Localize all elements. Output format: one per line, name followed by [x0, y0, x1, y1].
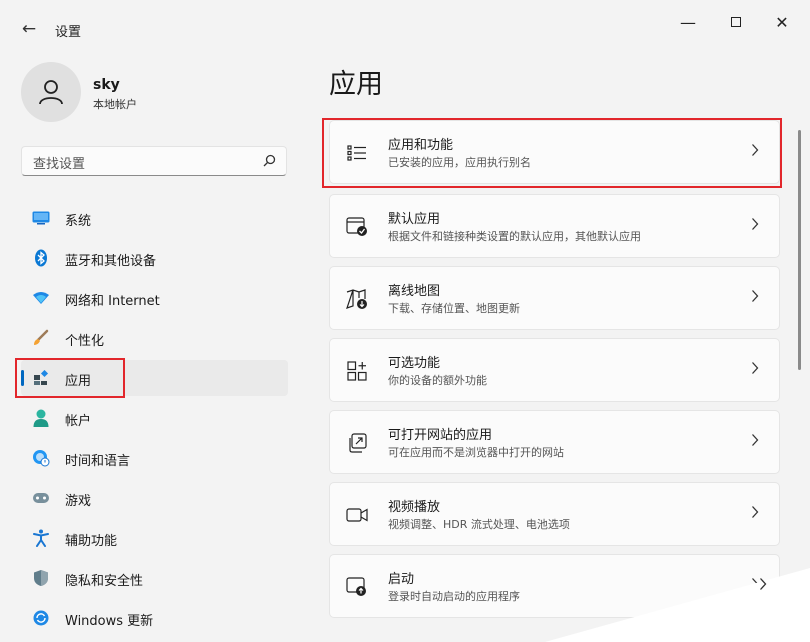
open-website-icon — [346, 432, 368, 454]
minimize-icon: — — [680, 12, 696, 32]
sidebar-item-label: 游戏 — [65, 494, 92, 509]
card-title: 默认应用 — [388, 212, 441, 227]
minimize-button[interactable]: — — [668, 8, 708, 36]
avatar[interactable] — [21, 62, 81, 122]
card-offline-maps[interactable]: 离线地图 下载、存储位置、地图更新 — [329, 266, 780, 330]
sidebar-item-label: 隐私和安全性 — [65, 574, 144, 589]
card-subtitle: 你的设备的额外功能 — [388, 374, 487, 387]
accessibility-icon — [32, 529, 50, 547]
card-title: 离线地图 — [388, 284, 441, 299]
gamepad-icon — [32, 489, 50, 507]
sidebar-item-label: 帐户 — [65, 414, 92, 429]
wifi-icon — [32, 289, 50, 307]
map-download-icon — [346, 288, 368, 310]
sidebar-item-windows-update[interactable]: Windows 更新 — [21, 600, 288, 636]
search-input[interactable]: 查找设置 — [21, 146, 287, 176]
card-title: 可选功能 — [388, 356, 441, 371]
chevron-right-icon — [752, 434, 759, 446]
window-title: 设置 — [55, 25, 82, 40]
startup-icon — [346, 576, 368, 598]
update-icon — [32, 609, 50, 627]
video-icon — [346, 504, 368, 526]
sidebar-item-time-language[interactable]: 时间和语言 — [21, 440, 288, 476]
sidebar-item-network[interactable]: 网络和 Internet — [21, 280, 288, 316]
chevron-right-icon — [752, 362, 759, 374]
maximize-icon — [731, 17, 741, 27]
sidebar-item-accounts[interactable]: 帐户 — [21, 400, 288, 436]
card-title: 应用和功能 — [388, 138, 454, 153]
card-subtitle: 下载、存储位置、地图更新 — [388, 302, 520, 315]
sidebar-item-gaming[interactable]: 游戏 — [21, 480, 288, 516]
card-subtitle: 可在应用而不是浏览器中打开的网站 — [388, 446, 564, 459]
card-subtitle: 登录时自动启动的应用程序 — [388, 590, 520, 603]
list-icon — [346, 142, 368, 164]
card-title: 视频播放 — [388, 500, 441, 515]
account-icon — [32, 409, 50, 427]
chevron-right-icon — [752, 218, 759, 230]
card-video-playback[interactable]: 视频播放 视频调整、HDR 流式处理、电池选项 — [329, 482, 780, 546]
sidebar-item-label: Windows 更新 — [65, 614, 154, 629]
optional-features-icon — [346, 360, 368, 382]
card-apps-for-websites[interactable]: 可打开网站的应用 可在应用而不是浏览器中打开的网站 — [329, 410, 780, 474]
person-icon — [39, 80, 63, 105]
search-icon — [263, 154, 276, 167]
sidebar-item-label: 个性化 — [65, 334, 105, 349]
globe-clock-icon — [32, 449, 50, 467]
card-subtitle: 已安装的应用，应用执行别名 — [388, 156, 531, 169]
sidebar-item-privacy[interactable]: 隐私和安全性 — [21, 560, 288, 596]
bluetooth-icon — [32, 249, 50, 267]
close-icon: ✕ — [775, 12, 789, 32]
back-arrow-icon: ← — [21, 19, 37, 39]
user-name: sky — [93, 77, 120, 93]
sidebar-item-bluetooth[interactable]: 蓝牙和其他设备 — [21, 240, 288, 276]
chevron-right-icon — [756, 574, 770, 594]
card-subtitle: 视频调整、HDR 流式处理、电池选项 — [388, 518, 570, 531]
back-button[interactable]: ← — [14, 14, 44, 44]
card-default-apps[interactable]: 默认应用 根据文件和链接种类设置的默认应用，其他默认应用 — [329, 194, 780, 258]
card-optional-features[interactable]: 可选功能 你的设备的额外功能 — [329, 338, 780, 402]
sidebar-item-label: 系统 — [65, 214, 92, 229]
sidebar-item-label: 辅助功能 — [65, 534, 118, 549]
card-title: 启动 — [388, 572, 415, 587]
sidebar-item-personalization[interactable]: 个性化 — [21, 320, 288, 356]
chevron-right-icon — [752, 290, 759, 302]
title-bar: ← 设置 — ✕ — [0, 0, 810, 50]
page-title: 应用 — [329, 69, 383, 100]
sidebar-item-label: 应用 — [65, 374, 92, 389]
sidebar-item-apps[interactable]: 应用 — [21, 360, 288, 396]
account-type: 本地帐户 — [93, 98, 137, 111]
card-apps-features[interactable]: 应用和功能 已安装的应用，应用执行别名 — [329, 120, 780, 184]
chevron-right-icon — [752, 144, 759, 156]
sidebar-item-accessibility[interactable]: 辅助功能 — [21, 520, 288, 556]
default-apps-icon — [346, 216, 368, 238]
chevron-right-icon — [752, 506, 759, 518]
maximize-button[interactable] — [716, 8, 756, 36]
card-title: 可打开网站的应用 — [388, 428, 493, 443]
shield-icon — [32, 569, 50, 587]
card-subtitle: 根据文件和链接种类设置的默认应用，其他默认应用 — [388, 230, 641, 243]
sidebar-item-label: 时间和语言 — [65, 454, 131, 469]
selection-indicator — [21, 370, 24, 386]
apps-icon — [32, 369, 50, 387]
sidebar-item-label: 网络和 Internet — [65, 294, 160, 309]
close-button[interactable]: ✕ — [762, 8, 802, 36]
sidebar-item-system[interactable]: 系统 — [21, 200, 288, 236]
brush-icon — [32, 329, 50, 347]
monitor-icon — [32, 209, 50, 227]
sidebar-item-label: 蓝牙和其他设备 — [65, 254, 157, 269]
scrollbar[interactable] — [798, 130, 801, 370]
search-placeholder: 查找设置 — [33, 157, 86, 172]
